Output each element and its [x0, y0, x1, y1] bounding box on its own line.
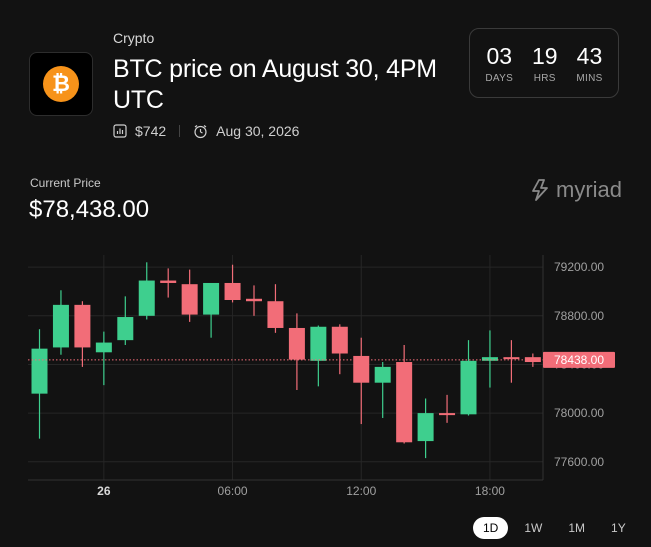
timeframe-1m[interactable]: 1M	[558, 517, 595, 539]
candle-body	[310, 326, 327, 361]
bitcoin-icon: ₿	[43, 66, 79, 102]
current-price-label: Current Price	[30, 176, 101, 190]
candle-body	[31, 348, 48, 394]
brand-name: myriad	[556, 177, 623, 202]
candle-body	[460, 360, 477, 415]
candle-body	[439, 413, 456, 416]
clock-icon	[194, 124, 207, 138]
myriad-logo-icon	[532, 179, 548, 201]
current-price-tag-label: 78438.00	[554, 353, 604, 367]
candle-body	[181, 284, 198, 315]
countdown-hours: 19 HRS	[531, 42, 558, 84]
current-price-value: $78,438.00	[29, 196, 150, 223]
market-title: BTC price on August 30, 4PM UTC	[113, 55, 437, 114]
x-tick-label: 26	[97, 484, 111, 498]
candle-body	[331, 326, 348, 354]
candle-body	[417, 413, 434, 442]
meta-divider	[179, 125, 181, 137]
x-tick-label: 06:00	[218, 484, 248, 498]
myriad-brand[interactable]: myriad	[530, 177, 622, 203]
candle-body	[74, 304, 91, 348]
countdown-timer: 03 DAYS 19 HRS 43 MINS	[469, 28, 619, 98]
candle-body	[246, 298, 262, 302]
candle-body	[396, 362, 413, 443]
timeframe-1d[interactable]: 1D	[473, 517, 509, 539]
y-tick-label: 79200.00	[554, 260, 604, 274]
candle-body	[203, 282, 220, 315]
y-tick-label: 78800.00	[554, 309, 604, 323]
timeframe-1w[interactable]: 1W	[514, 517, 552, 539]
volume-value: $742	[135, 123, 167, 139]
y-tick-label: 77600.00	[554, 455, 604, 469]
candle-body	[95, 342, 112, 353]
market-meta: $742 Aug 30, 2026	[113, 123, 299, 139]
candle-body	[288, 327, 305, 360]
bitcoin-logo: ₿	[29, 52, 93, 116]
candle-body	[503, 357, 520, 360]
volume-icon	[113, 124, 127, 138]
market-category[interactable]: Crypto	[113, 30, 154, 46]
candle-body	[224, 282, 241, 300]
x-tick-label: 18:00	[475, 484, 505, 498]
candle-body	[160, 280, 177, 283]
y-tick-label: 78000.00	[554, 406, 604, 420]
candle-body	[138, 280, 155, 316]
candle-body	[52, 304, 69, 348]
candle-body	[374, 366, 391, 383]
countdown-minutes: 43 MINS	[576, 42, 603, 84]
price-chart[interactable]: 79200.0078800.0078400.0078000.0077600.00…	[0, 245, 651, 505]
candle-body	[117, 317, 134, 341]
countdown-days: 03 DAYS	[485, 42, 514, 84]
candle-body	[267, 301, 284, 328]
x-tick-label: 12:00	[346, 484, 376, 498]
timeframe-selector: 1D 1W 1M 1Y	[473, 517, 636, 539]
timeframe-1y[interactable]: 1Y	[601, 517, 636, 539]
resolution-date: Aug 30, 2026	[216, 123, 300, 139]
